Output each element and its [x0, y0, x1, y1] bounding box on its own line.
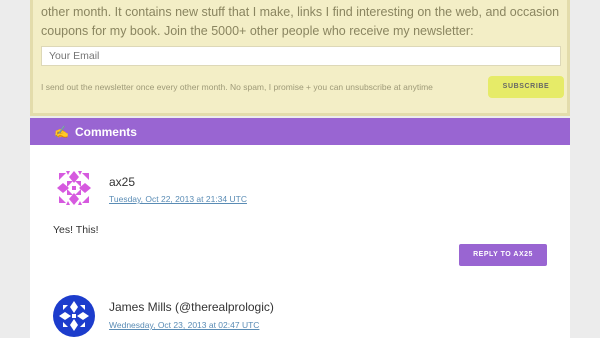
comment-date-link[interactable]: Tuesday, Oct 22, 2013 at 21:34 UTC — [109, 194, 247, 204]
subscribe-button[interactable]: SUBSCRIBE — [488, 76, 564, 98]
newsletter-text-line-1: other month. It contains new stuff that … — [41, 5, 559, 19]
newsletter-box: other month. It contains new stuff that … — [30, 0, 570, 116]
comment-text: Yes! This! — [53, 224, 99, 236]
comment-author: James Mills (@therealprologic) — [109, 300, 274, 314]
avatar — [53, 167, 95, 209]
reply-button[interactable]: REPLY TO AX25 — [459, 244, 547, 266]
comment-date-link[interactable]: Wednesday, Oct 23, 2013 at 02:47 UTC — [109, 320, 259, 330]
avatar — [53, 295, 95, 337]
identicon-magenta-icon — [53, 167, 95, 209]
newsletter-text-line-2: coupons for my book. Join the 5000+ othe… — [41, 24, 474, 38]
identicon-blue-icon — [53, 295, 95, 337]
comments-header: ✍ Comments — [30, 118, 570, 145]
newsletter-note: I send out the newsletter once every oth… — [41, 82, 433, 92]
comment-author: ax25 — [109, 175, 136, 189]
comments-title: Comments — [74, 124, 137, 139]
comments-list: ax25 Tuesday, Oct 22, 2013 at 21:34 UTC … — [30, 145, 570, 338]
email-input[interactable] — [41, 46, 561, 66]
writing-hand-icon: ✍ — [54, 124, 69, 139]
